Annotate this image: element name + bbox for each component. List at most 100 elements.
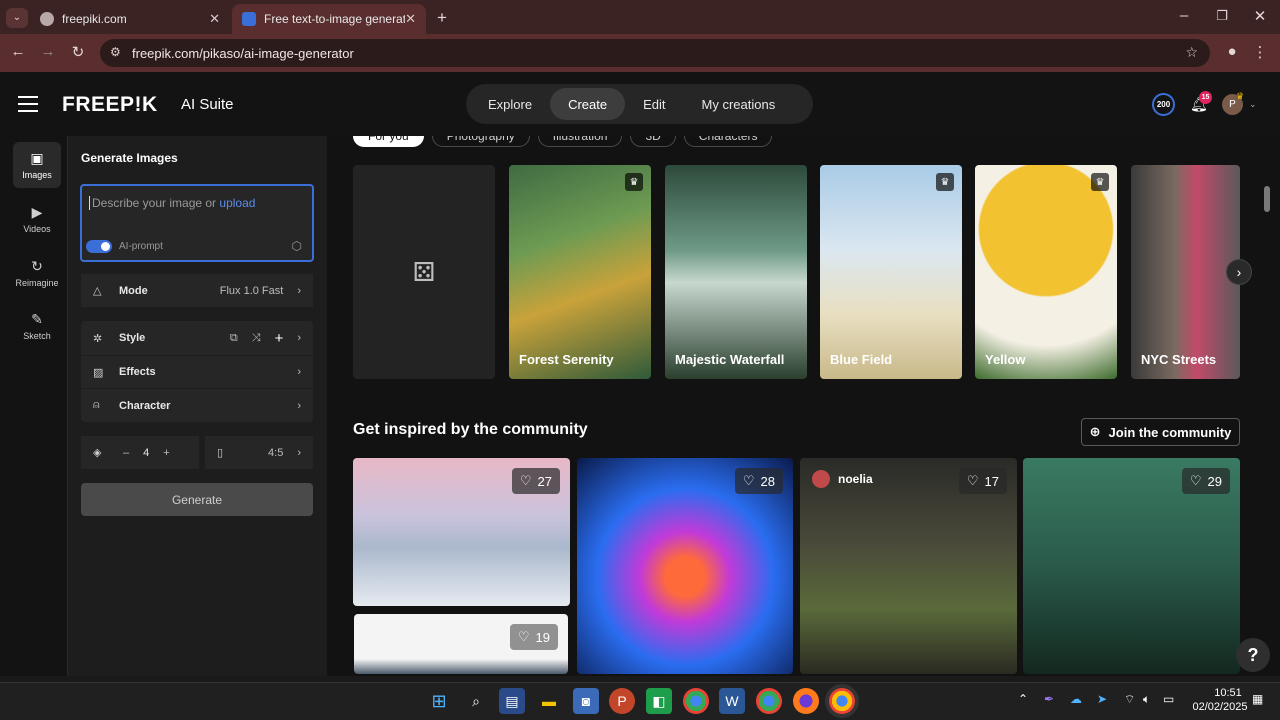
character-row[interactable]: ⍝ Character › — [81, 388, 313, 422]
site-settings-icon[interactable]: ⚙ — [110, 45, 121, 59]
nav-create[interactable]: Create — [550, 88, 626, 120]
rail-item-reimagine[interactable]: ↻ Reimagine — [13, 250, 61, 296]
chip-for-you[interactable]: For you — [353, 136, 424, 147]
like-button[interactable]: ♡ 19 — [509, 624, 558, 650]
cube-icon[interactable]: ⬡ — [292, 239, 302, 253]
rail-item-videos[interactable]: ▶ Videos — [13, 196, 61, 242]
random-style-card[interactable]: ⚄ — [353, 165, 495, 379]
tab-freepik-generator[interactable]: Free text-to-image generator | F ✕ — [232, 4, 426, 34]
community-image-witch[interactable]: noelia ♡ 17 — [800, 458, 1017, 674]
tab-freepiki[interactable]: freepiki.com ✕ — [30, 4, 230, 34]
chip-photography[interactable]: Photography — [431, 136, 530, 147]
maximize-button[interactable]: ❐ — [1210, 8, 1234, 24]
style-card-blue-field[interactable]: ♛ Blue Field — [820, 165, 962, 379]
prompt-input[interactable]: Describe your image or upload AI-prompt … — [80, 184, 314, 262]
back-arrow-icon[interactable]: ← — [6, 43, 30, 60]
wifi-icon[interactable]: ⌔ — [1124, 692, 1135, 707]
like-button[interactable]: ♡ 29 — [1181, 468, 1230, 494]
mode-row[interactable]: △ Mode Flux 1.0 Fast › — [81, 274, 313, 307]
windows-start-icon[interactable]: ⊞ — [426, 688, 452, 714]
chip-3d[interactable]: 3D — [630, 136, 676, 147]
chevron-down-icon[interactable]: ⌄ — [1249, 99, 1257, 110]
minimize-button[interactable]: – — [1172, 7, 1196, 24]
rail-item-sketch[interactable]: ✎ Sketch — [13, 303, 61, 349]
help-button[interactable]: ? — [1236, 638, 1270, 672]
count-minus-button[interactable]: – — [123, 447, 129, 459]
ai-prompt-toggle[interactable] — [86, 240, 112, 253]
chrome-icon[interactable] — [683, 688, 709, 714]
gallery-icon[interactable]: ⧉ — [230, 332, 238, 345]
close-tab-icon[interactable]: ✕ — [405, 11, 416, 27]
chrome-icon[interactable] — [829, 688, 855, 714]
community-image-white[interactable]: ♡ 19 — [354, 614, 568, 674]
chip-illustration[interactable]: Illustration — [537, 136, 623, 147]
style-card-label: Blue Field — [830, 352, 893, 367]
address-bar[interactable]: ⚙ freepik.com/pikaso/ai-image-generator … — [100, 39, 1210, 67]
firefox-icon[interactable] — [793, 688, 819, 714]
forward-arrow-icon[interactable]: → — [36, 43, 60, 60]
reload-icon[interactable]: ↻ — [66, 43, 90, 61]
clock-date[interactable]: 02/02/2025 — [1190, 701, 1250, 713]
new-tab-button[interactable]: + — [430, 8, 454, 28]
style-card-yellow[interactable]: ♛ Yellow — [975, 165, 1117, 379]
telegram-icon[interactable]: ➤ — [1097, 692, 1107, 706]
app-icon[interactable]: ▤ — [499, 688, 525, 714]
close-window-button[interactable]: ✕ — [1248, 7, 1272, 25]
upload-link[interactable]: upload — [219, 196, 255, 210]
community-title: Get inspired by the community — [353, 421, 588, 438]
credits-badge[interactable]: 200 — [1152, 93, 1175, 116]
clock-time[interactable]: 10:51 — [1208, 687, 1248, 699]
scrollbar-thumb[interactable] — [1264, 186, 1270, 212]
volume-icon[interactable]: 🔈︎ — [1143, 692, 1150, 707]
join-community-button[interactable]: ⊕ Join the community — [1081, 418, 1240, 446]
community-image-skull[interactable]: ♡ 28 — [577, 458, 793, 674]
show-hidden-icons-icon[interactable]: ⌃ — [1018, 692, 1028, 706]
nav-edit[interactable]: Edit — [625, 88, 683, 120]
bookmark-star-icon[interactable]: ☆ — [1185, 44, 1198, 61]
style-card-majestic-waterfall[interactable]: Majestic Waterfall — [665, 165, 807, 379]
chrome-icon[interactable] — [756, 688, 782, 714]
aspect-ratio-select[interactable]: ▯ 4:5 › — [205, 436, 313, 469]
count-plus-button[interactable]: + — [163, 447, 169, 459]
effects-row[interactable]: ▨ Effects › — [81, 355, 313, 388]
close-tab-icon[interactable]: ✕ — [209, 11, 220, 27]
freepik-logo[interactable]: FREEP!K — [62, 93, 158, 117]
community-image-underwater[interactable]: ♡ 29 — [1023, 458, 1240, 674]
like-button[interactable]: ♡ 28 — [734, 468, 783, 494]
battery-icon[interactable]: ▭ — [1163, 692, 1174, 706]
like-button[interactable]: ♡ 27 — [511, 468, 560, 494]
onedrive-icon[interactable]: ☁ — [1070, 692, 1082, 706]
app-icon[interactable]: ◧ — [646, 688, 672, 714]
pen-icon[interactable]: ✒ — [1044, 692, 1054, 706]
browser-menu-icon[interactable]: ⋮ — [1248, 43, 1272, 61]
images-icon: ▣ — [30, 150, 44, 166]
powerpoint-icon[interactable]: P — [609, 688, 635, 714]
rail-item-images[interactable]: ▣ Images — [13, 142, 61, 188]
aspect-value: 4:5 — [268, 446, 284, 459]
chevron-right-icon: › — [297, 284, 301, 297]
nav-explore[interactable]: Explore — [470, 88, 550, 120]
profile-icon[interactable]: ● — [1220, 43, 1244, 60]
style-card-nyc-streets[interactable]: NYC Streets — [1131, 165, 1240, 379]
shuffle-icon[interactable]: ⤨ — [252, 332, 261, 345]
notification-center-icon[interactable]: ▦ — [1252, 692, 1263, 706]
app-icon[interactable]: ◙ — [573, 688, 599, 714]
tab-search-button[interactable]: ⌄ — [6, 8, 28, 28]
like-count: 17 — [984, 473, 999, 489]
search-icon[interactable]: ⌕ — [463, 688, 489, 714]
generate-button[interactable]: Generate — [81, 483, 313, 516]
nav-my-creations[interactable]: My creations — [684, 88, 794, 120]
style-row[interactable]: ✲ Style ⧉ ⤨ + › — [81, 321, 313, 355]
community-image-whale[interactable]: ♡ 27 — [353, 458, 570, 606]
carousel-next-button[interactable]: › — [1226, 259, 1252, 285]
hamburger-menu-icon[interactable] — [18, 96, 38, 112]
style-card-forest-serenity[interactable]: ♛ Forest Serenity — [509, 165, 651, 379]
count-value: 4 — [143, 446, 150, 459]
file-explorer-icon[interactable]: ▬ — [536, 688, 562, 714]
like-button[interactable]: ♡ 17 — [958, 468, 1007, 494]
chip-characters[interactable]: Characters — [683, 136, 773, 147]
phone-frame-icon: ▯ — [217, 447, 224, 459]
add-icon[interactable]: + — [275, 330, 284, 347]
word-icon[interactable]: W — [719, 688, 745, 714]
author-tag[interactable]: noelia — [812, 470, 873, 488]
